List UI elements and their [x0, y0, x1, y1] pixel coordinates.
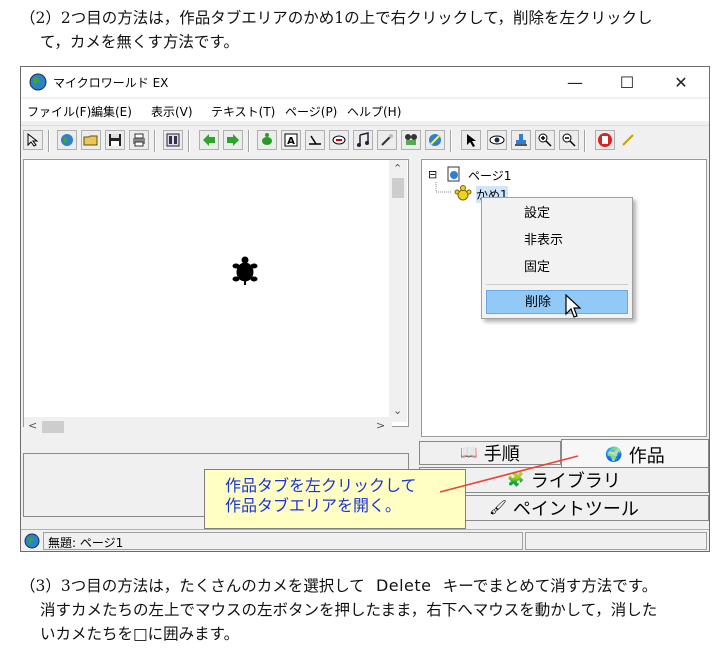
tab-paint-label: ペイントツール — [512, 499, 639, 520]
title-bar: マイクロワールド EX — ☐ ✕ — [21, 67, 709, 97]
stamp-icon[interactable] — [511, 130, 531, 150]
text-box-icon[interactable]: A — [281, 130, 301, 150]
menu-bar: ファイル(F) 編集(E) 表示(V) テキスト(T) ページ(P) ヘルプ(H… — [21, 99, 709, 121]
maximize-button[interactable]: ☐ — [605, 67, 649, 97]
intro-line-1: （2）2つ目の方法は，作品タブエリアのかめ1の上で右クリックして，削除を左クリッ… — [20, 9, 653, 27]
menu-view[interactable]: 表示(V) — [151, 103, 193, 120]
status-bar: 無題: ページ1 — [21, 529, 709, 551]
app-globe-icon — [29, 73, 47, 91]
works-globe-icon: 🌍 — [605, 446, 623, 463]
book-icon: 📖 — [460, 445, 478, 461]
open-folder-icon[interactable] — [81, 130, 101, 150]
outro-paragraph: （3）3つ目の方法は，たくさんのカメを選択して Delete キーでまとめて消す… — [20, 574, 657, 646]
zoom-in-icon[interactable] — [535, 130, 555, 150]
library-icon: 🧩 — [507, 472, 525, 488]
scroll-right-icon[interactable]: > — [376, 419, 385, 432]
menu-text[interactable]: テキスト(T) — [211, 103, 275, 120]
toolbar: A — [21, 125, 709, 155]
arrow-left-icon[interactable] — [199, 130, 219, 150]
scroll-up-icon[interactable]: ⌃ — [393, 162, 402, 175]
intro-line-2: て，カメを無くす方法です。 — [40, 33, 239, 51]
select-mode-icon[interactable] — [23, 130, 43, 150]
video-icon[interactable] — [401, 130, 421, 150]
app-window: マイクロワールド EX — ☐ ✕ ファイル(F) 編集(E) 表示(V) テキ… — [20, 66, 710, 552]
print-icon[interactable] — [129, 130, 149, 150]
tab-steps[interactable]: 📖 手順 — [419, 441, 561, 465]
stage-vertical-scrollbar[interactable]: ⌃ ⌄ — [389, 160, 407, 422]
context-menu-hide[interactable]: 非表示 — [486, 229, 628, 253]
context-menu-separator — [486, 284, 628, 285]
status-cell-right — [525, 532, 707, 550]
callout-box: 作品タブを左クリックして 作品タブエリアを開く。 — [204, 469, 466, 529]
stop-icon[interactable] — [595, 130, 615, 150]
context-menu-settings[interactable]: 設定 — [486, 202, 628, 226]
slider-icon[interactable] — [305, 130, 325, 150]
new-turtle-icon[interactable] — [257, 130, 277, 150]
scroll-left-icon[interactable]: < — [28, 419, 37, 432]
callout-line-2: 作品タブエリアを開く。 — [225, 496, 402, 515]
tree-item-page[interactable]: ページ1 — [468, 167, 511, 184]
intro-paragraph: （2）2つ目の方法は，作品タブエリアのかめ1の上で右クリックして，削除を左クリッ… — [20, 6, 653, 54]
context-menu-delete[interactable]: 削除 — [486, 290, 628, 314]
menu-edit[interactable]: 編集(E) — [91, 103, 132, 120]
toolbar-separator — [188, 130, 190, 152]
page-layout-icon[interactable] — [163, 130, 183, 150]
new-project-icon[interactable] — [57, 130, 77, 150]
toolbar-separator — [48, 130, 50, 152]
context-menu: 設定 非表示 固定 削除 — [481, 197, 633, 319]
status-title-cell: 無題: ページ1 — [43, 532, 523, 550]
toolbar-separator — [248, 130, 250, 152]
tab-works-label: 作品 — [628, 445, 665, 467]
paint-brush-tab-icon: 🖌 — [489, 500, 507, 516]
menu-file[interactable]: ファイル(F) — [27, 103, 91, 120]
menu-help[interactable]: ヘルプ(H) — [347, 103, 401, 120]
tree-connector — [435, 182, 452, 193]
pointer-icon[interactable] — [461, 130, 481, 150]
toolbar-separator — [450, 130, 452, 152]
outro-line-1-b: キーでまとめて消す方法です。 — [442, 577, 658, 595]
zoom-out-icon[interactable] — [559, 130, 579, 150]
tab-steps-label: 手順 — [483, 444, 520, 465]
delete-key-label: Delete — [375, 576, 432, 595]
context-menu-fix[interactable]: 固定 — [486, 256, 628, 280]
paint-brush-icon[interactable] — [377, 130, 397, 150]
menu-page[interactable]: ページ(P) — [285, 103, 337, 120]
status-globe-icon — [24, 533, 40, 549]
minimize-button[interactable]: — — [553, 67, 597, 97]
page-icon — [447, 166, 460, 182]
music-icon[interactable] — [353, 130, 373, 150]
mouse-cursor-icon — [565, 294, 582, 318]
status-title: 無題: ページ1 — [48, 536, 124, 550]
vscroll-thumb[interactable] — [392, 178, 404, 198]
turtle-icon[interactable] — [231, 254, 259, 286]
turtle-stage[interactable] — [23, 159, 409, 427]
outro-line-1: （3）3つ目の方法は，たくさんのカメを選択して Delete キーでまとめて消す… — [20, 574, 657, 598]
close-button[interactable]: ✕ — [659, 67, 703, 97]
outro-line-1-a: （3）3つ目の方法は，たくさんのカメを選択して — [20, 577, 365, 595]
eye-icon[interactable] — [487, 130, 507, 150]
tab-library-label: ライブラリ — [530, 471, 621, 492]
outro-line-2: 消すカメたちの左上でマウスの左ボタンを押したまま，右下へマウスを動かして，消した — [40, 601, 658, 619]
toolbar-overflow-icon[interactable] — [619, 130, 639, 150]
outro-line-3: いカメたちを□に囲みます。 — [40, 625, 240, 643]
button-tool-icon[interactable] — [329, 130, 349, 150]
toolbar-separator — [584, 130, 586, 152]
turtle-node-icon — [454, 185, 472, 201]
save-icon[interactable] — [105, 130, 125, 150]
svg-text:A: A — [287, 136, 295, 147]
stage-horizontal-scrollbar[interactable]: < > — [24, 417, 392, 435]
tab-works[interactable]: 🌍 作品 — [561, 439, 709, 469]
window-title: マイクロワールド EX — [53, 76, 169, 90]
arrow-right-icon[interactable] — [223, 130, 243, 150]
scroll-down-icon[interactable]: ⌄ — [393, 404, 402, 417]
web-link-icon[interactable] — [425, 130, 445, 150]
tree-expander-icon[interactable]: ⊟ — [428, 168, 437, 181]
hscroll-thumb[interactable] — [42, 421, 64, 433]
toolbar-separator — [154, 130, 156, 152]
callout-line-1: 作品タブを左クリックして — [225, 476, 417, 495]
